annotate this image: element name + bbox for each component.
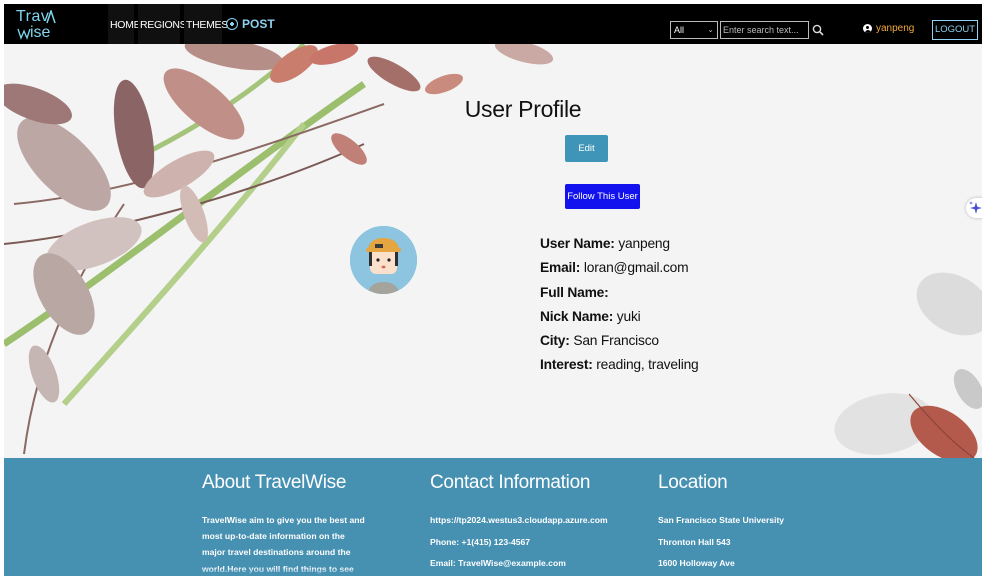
footer-about-text: TravelWise aim to give you the best and … xyxy=(202,515,365,574)
post-label: POST xyxy=(242,17,275,31)
profile-info-list: User Name: yanpeng Email: loran@gmail.co… xyxy=(540,234,699,380)
nav-regions-link[interactable]: REGIONS xyxy=(138,4,187,44)
logo-plane-mark xyxy=(46,10,56,24)
travelwise-logo[interactable]: Trav ise xyxy=(16,8,64,42)
top-navbar: Trav ise HOME REGIONS THEMES POST All ⌄ … xyxy=(4,4,982,44)
footer-location-line: Thronton Hall 543 xyxy=(658,536,731,547)
footer-contact-lines: https://tp2024.westus3.cloudapp.azure.co… xyxy=(430,512,630,576)
page-title: User Profile xyxy=(464,96,582,122)
footer-location-heading: Location xyxy=(658,472,728,493)
avatar xyxy=(350,226,417,294)
footer-location-line: San Francisco State University xyxy=(658,515,785,525)
footer-location-lines: San Francisco State University Thronton … xyxy=(658,512,858,576)
avatar-illustration xyxy=(350,226,417,294)
footer-contact-heading: Contact Information xyxy=(430,472,591,493)
site-footer: About TravelWise TravelWise aim to give … xyxy=(4,458,982,576)
footer-fade xyxy=(4,568,982,576)
profile-section: User Profile Edit Follow This User User … xyxy=(4,44,982,458)
chevron-down-icon: ⌄ xyxy=(707,25,714,34)
browser-viewport: Trav ise HOME REGIONS THEMES POST All ⌄ … xyxy=(4,4,982,576)
search-category-value: All xyxy=(674,25,685,35)
plus-circle-icon xyxy=(226,18,238,30)
profile-field-nickname: Nick Name: yuki xyxy=(540,308,641,324)
footer-about-column: About TravelWise TravelWise aim to give … xyxy=(202,472,367,576)
profile-field-email: Email: loran@gmail.com xyxy=(540,260,689,276)
footer-contact-column: Contact Information https://tp2024.westu… xyxy=(430,472,630,576)
current-username: yanpeng xyxy=(876,23,915,34)
follow-user-button[interactable]: Follow This User xyxy=(565,184,640,209)
sparkle-icon xyxy=(969,201,982,214)
assistant-sparkle-button[interactable] xyxy=(966,198,982,218)
nav-post-link[interactable]: POST xyxy=(226,16,275,32)
logout-button[interactable]: LOGOUT xyxy=(932,20,978,40)
current-user-link[interactable]: yanpeng xyxy=(863,23,914,34)
nav-themes-link[interactable]: THEMES xyxy=(184,4,228,44)
footer-contact-phone: Phone: +1(415) 123-4567 xyxy=(430,536,531,547)
edit-profile-button[interactable]: Edit xyxy=(565,135,608,162)
user-circle-icon xyxy=(863,24,872,33)
profile-field-fullname: Full Name: xyxy=(540,284,609,300)
footer-about-heading: About TravelWise xyxy=(202,472,347,493)
search-icon[interactable] xyxy=(812,24,824,36)
logo-w-mark xyxy=(17,28,31,40)
search-input[interactable]: Enter search text... xyxy=(720,21,809,39)
logo-line-2: ise xyxy=(30,24,51,41)
footer-location-column: Location San Francisco State University … xyxy=(658,472,858,576)
footer-contact-website[interactable]: https://tp2024.westus3.cloudapp.azure.co… xyxy=(430,512,630,534)
profile-field-interest: Interest: reading, traveling xyxy=(540,357,699,373)
nav-home-link[interactable]: HOME xyxy=(108,4,141,44)
profile-field-city: City: San Francisco xyxy=(540,333,659,349)
search-category-select[interactable]: All ⌄ xyxy=(670,21,718,39)
profile-field-username: User Name: yanpeng xyxy=(540,236,670,251)
